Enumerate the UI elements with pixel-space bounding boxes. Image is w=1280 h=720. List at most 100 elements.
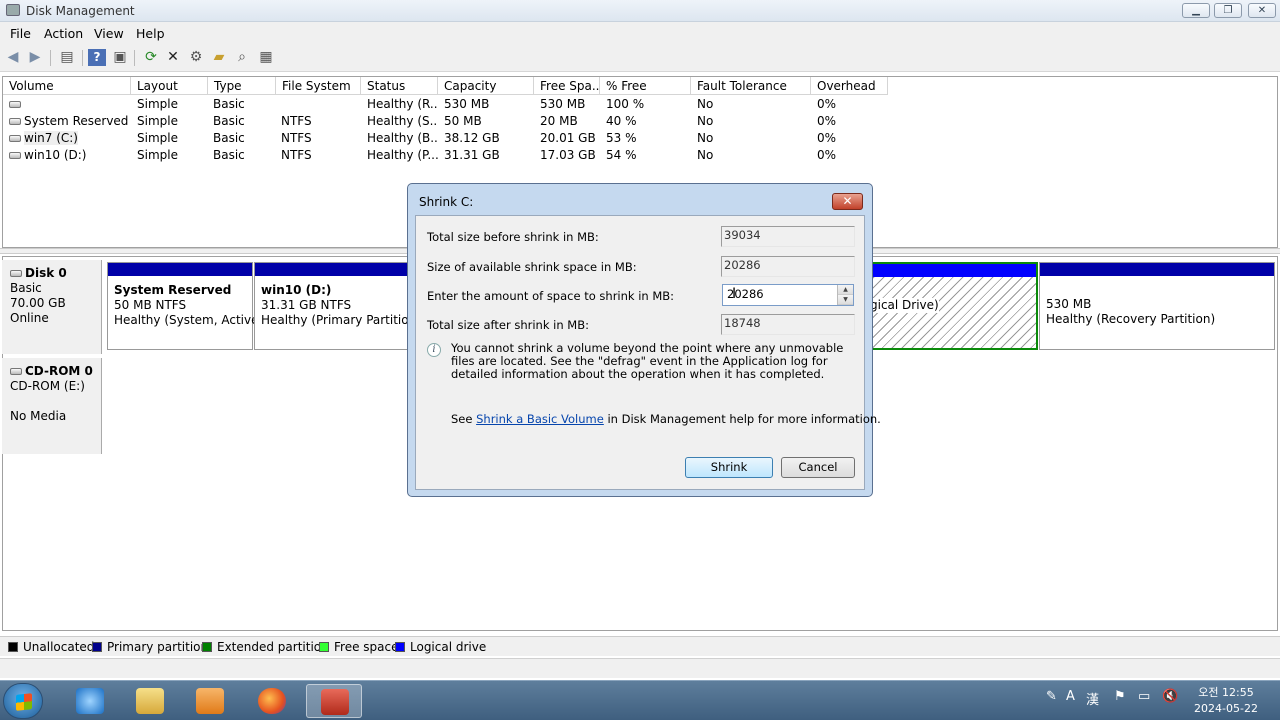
- dialog-close-button[interactable]: ✕: [832, 193, 863, 210]
- minimize-button[interactable]: ▁: [1182, 3, 1210, 18]
- column-header-percent-free[interactable]: % Free: [600, 77, 691, 95]
- info-text: You cannot shrink a volume beyond the po…: [451, 341, 844, 381]
- capacity-cell: 50 MB: [444, 114, 482, 128]
- partition-status: Healthy (Recovery Partition): [1046, 312, 1216, 326]
- table-row[interactable]: win7 (C:) Simple Basic NTFS Healthy (B..…: [3, 130, 1273, 147]
- taskbar-disk-management[interactable]: [306, 684, 362, 718]
- refresh-icon[interactable]: ⟳: [142, 49, 160, 66]
- help-suffix: in Disk Management help for more informa…: [603, 412, 881, 426]
- settings-icon[interactable]: ⚙: [187, 49, 205, 66]
- fault-tolerance-cell: No: [697, 114, 714, 128]
- disk-0-label[interactable]: Disk 0 Basic 70.00 GB Online: [2, 260, 102, 354]
- column-header-status[interactable]: Status: [361, 77, 438, 95]
- status-cell: Healthy (S...: [367, 114, 438, 128]
- disk-icon[interactable]: ▦: [257, 49, 275, 66]
- menu-view[interactable]: View: [94, 26, 124, 41]
- taskbar-file-explorer[interactable]: [122, 684, 178, 718]
- fault-tolerance-cell: No: [697, 97, 714, 111]
- back-icon[interactable]: ◀: [4, 49, 22, 66]
- close-button[interactable]: ✕: [1248, 3, 1276, 18]
- column-header-layout[interactable]: Layout: [131, 77, 208, 95]
- toolbar-separator: [134, 50, 135, 66]
- volume-icon: [9, 101, 21, 108]
- toolbox-icon: [321, 689, 349, 715]
- language-bar-icon[interactable]: ✎: [1046, 689, 1057, 704]
- start-button[interactable]: [3, 683, 43, 719]
- primary-partition-bar: [255, 263, 413, 276]
- volume-name: win7 (C:): [24, 131, 78, 145]
- toolbar-separator: [50, 50, 51, 66]
- column-header-type[interactable]: Type: [208, 77, 276, 95]
- network-icon[interactable]: ▭: [1138, 689, 1150, 704]
- free-space-cell: 530 MB: [540, 97, 586, 111]
- capacity-cell: 530 MB: [444, 97, 490, 111]
- column-header-volume[interactable]: Volume: [3, 77, 131, 95]
- cancel-button[interactable]: Cancel: [781, 457, 855, 478]
- filesystem-cell: NTFS: [281, 114, 312, 128]
- properties-icon[interactable]: ▣: [111, 49, 129, 66]
- search-icon[interactable]: ⌕: [233, 49, 251, 66]
- partition-win10[interactable]: win10 (D:) 31.31 GB NTFS Healthy (Primar…: [254, 262, 421, 350]
- volume-icon: [9, 152, 21, 159]
- free-space-cell: 20.01 GB: [540, 131, 596, 145]
- table-row[interactable]: win10 (D:) Simple Basic NTFS Healthy (P.…: [3, 147, 1273, 164]
- ime-mode-indicator[interactable]: A: [1066, 689, 1075, 704]
- fault-tolerance-cell: No: [697, 148, 714, 162]
- menu-file[interactable]: File: [10, 26, 31, 41]
- legend-label-free: Free space: [334, 640, 399, 654]
- system-clock[interactable]: 오전 12:55 2024-05-22: [1186, 685, 1266, 717]
- column-header-fault-tolerance[interactable]: Fault Tolerance: [691, 77, 811, 95]
- maximize-button[interactable]: ❐: [1214, 3, 1242, 18]
- cdrom-icon: [10, 368, 22, 375]
- help-reference: See Shrink a Basic Volume in Disk Manage…: [451, 412, 881, 426]
- free-space-cell: 17.03 GB: [540, 148, 596, 162]
- volume-name: System Reserved: [24, 114, 129, 128]
- action-center-icon[interactable]: ⚑: [1114, 689, 1126, 704]
- layout-cell: Simple: [137, 131, 178, 145]
- taskbar-internet-explorer[interactable]: [62, 684, 118, 718]
- overhead-cell: 0%: [817, 114, 837, 128]
- clock-date: 2024-05-22: [1194, 702, 1258, 715]
- capacity-cell: 38.12 GB: [444, 131, 500, 145]
- partition-recovery[interactable]: 530 MB Healthy (Recovery Partition): [1039, 262, 1275, 350]
- menu-help[interactable]: Help: [136, 26, 165, 41]
- delete-icon[interactable]: ✕: [164, 49, 182, 66]
- clock-time: 오전 12:55: [1198, 686, 1254, 699]
- menu-bar: File Action View Help: [0, 22, 1280, 44]
- column-header-overhead[interactable]: Overhead: [811, 77, 888, 95]
- legend-label-logical: Logical drive: [410, 640, 487, 654]
- partition-status: gical Drive): [870, 298, 939, 312]
- capacity-cell: 31.31 GB: [444, 148, 500, 162]
- column-header-free-space[interactable]: Free Spa...: [534, 77, 600, 95]
- legend-swatch-unallocated: [8, 642, 18, 652]
- text-cursor-icon: I: [732, 286, 737, 302]
- toolbar: ◀ ▶ ▤ ? ▣ ⟳ ✕ ⚙ ▰ ⌕ ▦: [0, 44, 1280, 72]
- help-icon[interactable]: ?: [88, 49, 106, 66]
- primary-partition-bar: [108, 263, 252, 276]
- cdrom-0-label[interactable]: CD-ROM 0 CD-ROM (E:) No Media: [2, 358, 102, 454]
- spin-up-icon[interactable]: ▲: [838, 285, 853, 295]
- shrink-basic-volume-link[interactable]: Shrink a Basic Volume: [476, 412, 604, 426]
- overhead-cell: 0%: [817, 148, 837, 162]
- taskbar: ✎ A 漢 ⚑ ▭ 🔇 오전 12:55 2024-05-22: [0, 680, 1280, 720]
- open-icon[interactable]: ▰: [210, 49, 228, 66]
- disk-management-app-icon: [6, 4, 20, 16]
- column-header-file-system[interactable]: File System: [276, 77, 361, 95]
- volume-muted-icon[interactable]: 🔇: [1162, 689, 1178, 704]
- shrink-amount-spinbox[interactable]: 20286 I ▲ ▼: [722, 284, 854, 306]
- partition-logical-drive[interactable]: gical Drive): [866, 262, 1038, 350]
- console-tree-icon[interactable]: ▤: [58, 49, 76, 66]
- forward-icon[interactable]: ▶: [26, 49, 44, 66]
- column-header-capacity[interactable]: Capacity: [438, 77, 534, 95]
- hanja-indicator[interactable]: 漢: [1086, 689, 1099, 708]
- table-row[interactable]: System Reserved Simple Basic NTFS Health…: [3, 113, 1273, 130]
- shrink-button[interactable]: Shrink: [685, 457, 773, 478]
- disk-status: Online: [10, 311, 49, 325]
- taskbar-media-player[interactable]: [182, 684, 238, 718]
- total-before-label: Total size before shrink in MB:: [427, 230, 599, 244]
- menu-action[interactable]: Action: [44, 26, 83, 41]
- taskbar-firefox[interactable]: [244, 684, 300, 718]
- spin-down-icon[interactable]: ▼: [838, 295, 853, 305]
- table-row[interactable]: Simple Basic Healthy (R... 530 MB 530 MB…: [3, 96, 1273, 113]
- partition-system-reserved[interactable]: System Reserved 50 MB NTFS Healthy (Syst…: [107, 262, 262, 350]
